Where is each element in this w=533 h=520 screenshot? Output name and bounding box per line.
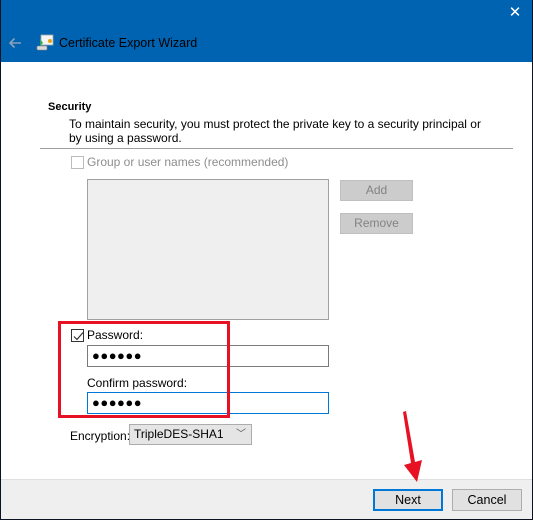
chevron-down-icon: ﹀ — [236, 429, 246, 440]
close-button[interactable]: ✕ — [498, 0, 532, 28]
confirm-password-label: Confirm password: — [87, 376, 188, 390]
remove-button[interactable]: Remove — [340, 213, 413, 234]
cancel-button[interactable]: Cancel — [452, 489, 522, 511]
group-names-label: Group or user names (recommended) — [87, 155, 289, 169]
password-checkbox[interactable] — [71, 329, 84, 342]
password-input[interactable]: ●●●●●● — [87, 345, 329, 367]
encryption-value: TripleDES-SHA1 — [134, 427, 224, 441]
checkmark-icon — [73, 332, 84, 341]
add-button[interactable]: Add — [340, 180, 413, 201]
window-title: Certificate Export Wizard — [59, 36, 198, 50]
close-icon: ✕ — [508, 4, 522, 21]
certificate-wizard-icon — [36, 34, 54, 51]
title-bar: ✕ Certificate Export Wizard — [1, 0, 532, 62]
encryption-label: Encryption: — [70, 429, 131, 443]
certificate-export-wizard-window: ✕ Certificate Export Wizard Security To … — [1, 0, 532, 519]
wizard-footer: Next Cancel — [1, 479, 532, 519]
group-names-checkbox[interactable] — [71, 156, 84, 169]
confirm-password-input[interactable]: ●●●●●● — [87, 392, 329, 414]
password-label: Password: — [87, 328, 144, 342]
group-user-list[interactable] — [87, 179, 329, 320]
annotation-arrow-icon — [403, 411, 422, 482]
encryption-select[interactable]: TripleDES-SHA1 ﹀ — [129, 424, 252, 445]
section-heading: Security — [48, 101, 92, 113]
section-description: To maintain security, you must protect t… — [69, 117, 481, 145]
header-divider — [40, 148, 513, 149]
back-arrow-icon[interactable] — [7, 35, 23, 51]
next-button[interactable]: Next — [373, 489, 443, 511]
